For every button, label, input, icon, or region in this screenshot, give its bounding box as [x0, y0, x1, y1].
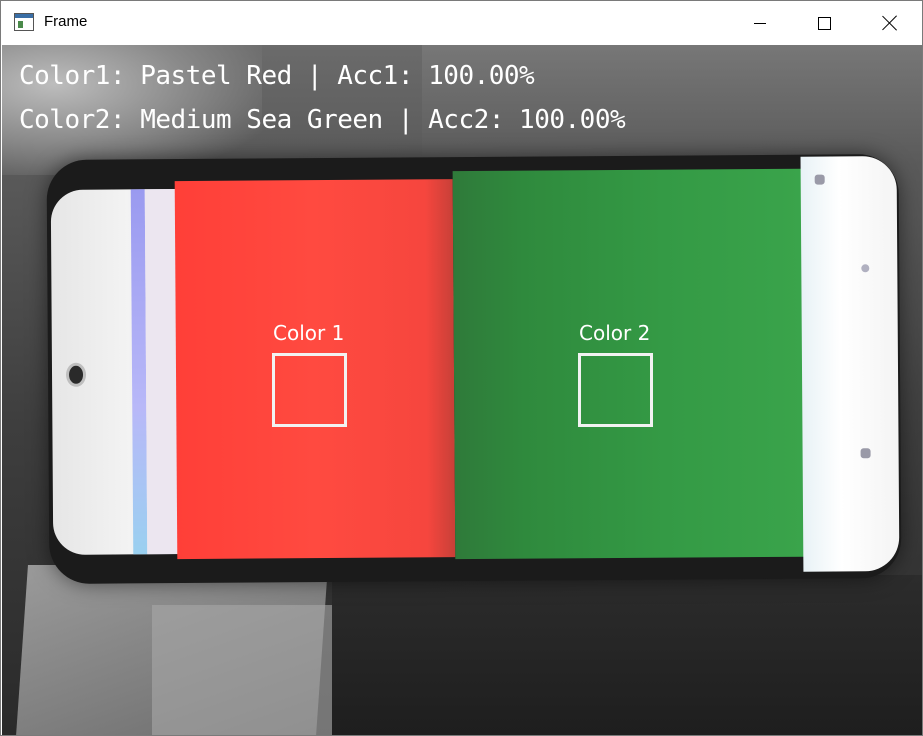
- close-button[interactable]: [858, 1, 922, 45]
- title-bar[interactable]: Frame: [1, 1, 922, 45]
- minimize-button[interactable]: [728, 1, 792, 45]
- background-paper-highlight: [152, 605, 332, 735]
- window-title: Frame: [44, 13, 88, 30]
- phone-camera-hole: [65, 362, 87, 387]
- window-app-icon: [14, 13, 34, 31]
- phone-device: [46, 154, 902, 584]
- color1-readout: Color1: Pastel Red | Acc1: 100.00%: [19, 61, 535, 91]
- close-icon: [882, 15, 898, 31]
- roi-label-color-2: Color 2: [579, 321, 651, 345]
- roi-box-color-1: [272, 353, 347, 427]
- roi-box-color-2: [578, 353, 653, 427]
- phone-screen-left-ui: [50, 189, 182, 555]
- frame-window: Frame Color1: Pastel Red | Acc1: 100.00%…: [0, 0, 923, 736]
- color2-readout: Color2: Medium Sea Green | Acc2: 100.00%: [19, 105, 626, 135]
- maximize-button[interactable]: [792, 1, 856, 45]
- roi-label-color-1: Color 1: [273, 321, 345, 345]
- background-dark-area: [332, 575, 922, 735]
- phone-screen-right-ui: [800, 156, 900, 572]
- maximize-icon: [817, 16, 831, 30]
- minimize-icon: [754, 22, 766, 24]
- camera-frame: Color1: Pastel Red | Acc1: 100.00% Color…: [2, 45, 922, 735]
